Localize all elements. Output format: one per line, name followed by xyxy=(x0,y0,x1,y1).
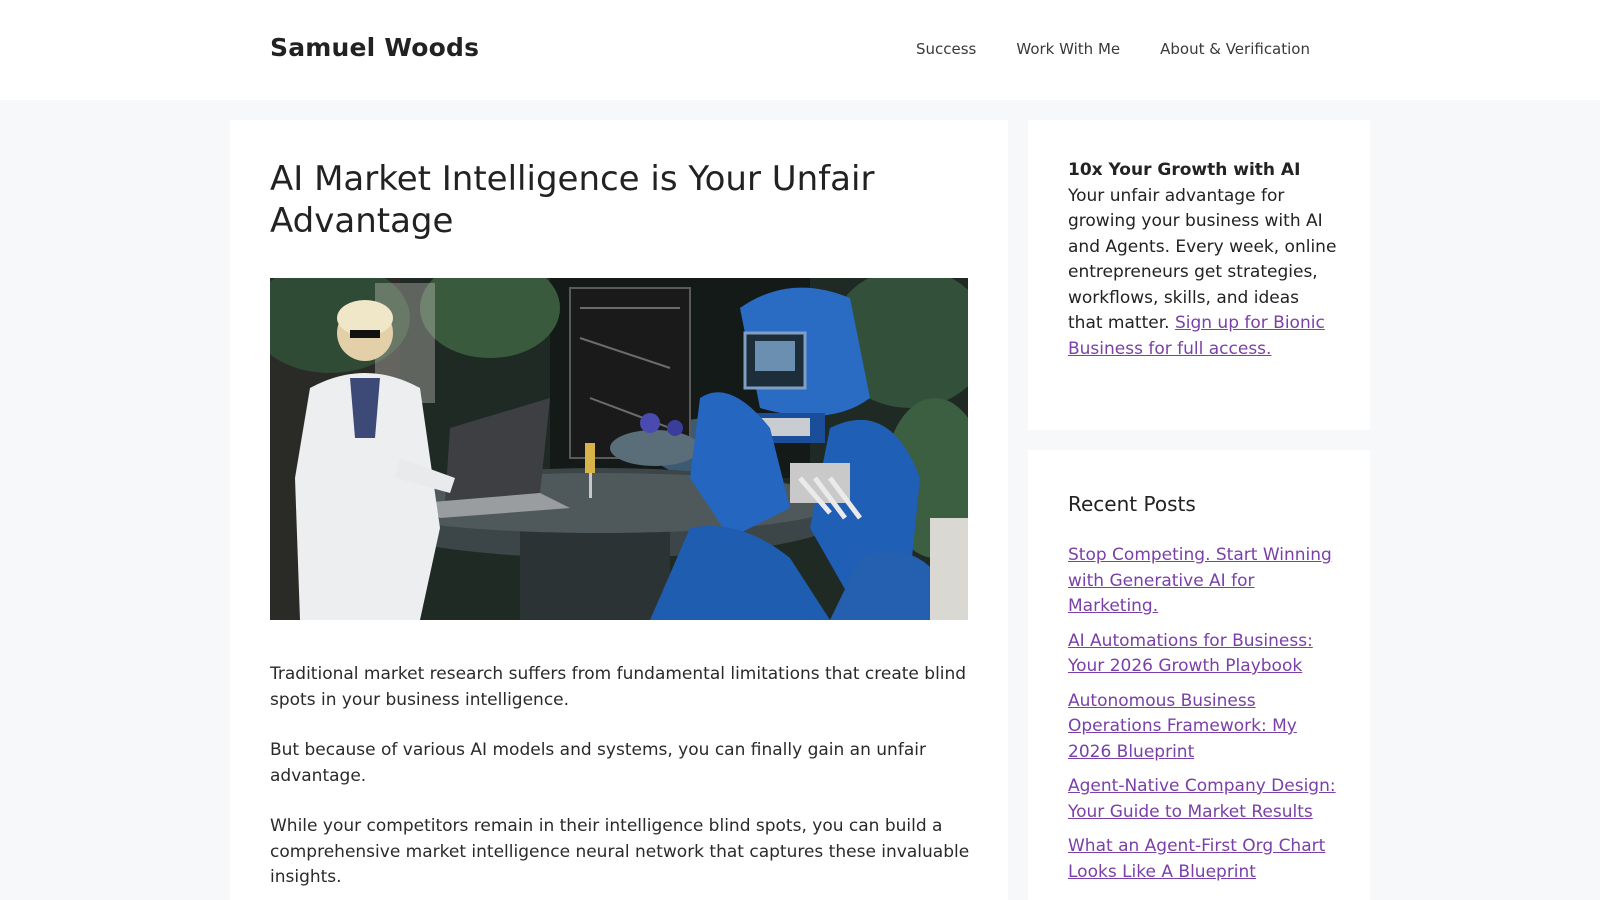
recent-post-link[interactable]: What an Agent-First Org Chart Looks Like… xyxy=(1068,836,1325,882)
recent-posts-title: Recent Posts xyxy=(1068,492,1196,516)
article-paragraph: Traditional market research suffers from… xyxy=(270,664,967,710)
recent-post-link[interactable]: Stop Competing. Start Winning with Gener… xyxy=(1068,545,1332,616)
list-item: Autonomous Business Operations Framework… xyxy=(1068,689,1338,766)
nav-item-success[interactable]: Success xyxy=(916,40,976,58)
newsletter-heading: 10x Your Growth with AI xyxy=(1068,160,1301,180)
list-item: AI Automations for Business: Your 2026 G… xyxy=(1068,629,1338,680)
nav-item-work-with-me[interactable]: Work With Me xyxy=(1016,40,1120,58)
nav-item-about-verification[interactable]: About & Verification xyxy=(1160,40,1310,58)
newsletter-body: Your unfair advantage for growing your b… xyxy=(1068,185,1337,334)
recent-posts-list: Stop Competing. Start Winning with Gener… xyxy=(1068,543,1338,885)
list-item: Stop Competing. Start Winning with Gener… xyxy=(1068,543,1338,620)
recent-post-link[interactable]: AI Automations for Business: Your 2026 G… xyxy=(1068,631,1313,677)
featured-image xyxy=(270,278,968,620)
newsletter-text: 10x Your Growth with AI Your unfair adva… xyxy=(1068,158,1338,362)
main-navigation: Success Work With Me About & Verificatio… xyxy=(916,40,1310,58)
newsletter-widget: 10x Your Growth with AI Your unfair adva… xyxy=(1028,120,1370,430)
article-card: AI Market Intelligence is Your Unfair Ad… xyxy=(230,120,1008,900)
photo-woman-laptop-robot-icon xyxy=(270,278,968,620)
recent-posts-widget: Recent Posts Stop Competing. Start Winni… xyxy=(1028,450,1370,900)
recent-post-link[interactable]: Autonomous Business Operations Framework… xyxy=(1068,691,1297,762)
site-title-link[interactable]: Samuel Woods xyxy=(270,33,479,62)
list-item: What an Agent-First Org Chart Looks Like… xyxy=(1068,834,1338,885)
site-header: Samuel Woods Success Work With Me About … xyxy=(0,0,1600,100)
article-title: AI Market Intelligence is Your Unfair Ad… xyxy=(270,159,875,241)
article-paragraph: But because of various AI models and sys… xyxy=(270,740,926,786)
recent-post-link[interactable]: Agent-Native Company Design: Your Guide … xyxy=(1068,776,1336,822)
article-paragraph: While your competitors remain in their i… xyxy=(270,816,970,887)
list-item: Agent-Native Company Design: Your Guide … xyxy=(1068,774,1338,825)
article-content: Traditional market research suffers from… xyxy=(270,662,970,900)
